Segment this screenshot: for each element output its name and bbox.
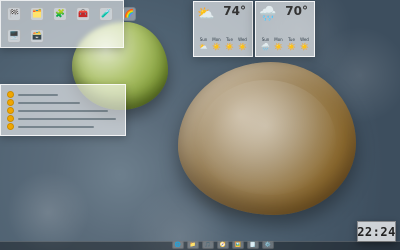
forecast-day: Wed ☀️ xyxy=(299,38,310,51)
feed-bullet-icon xyxy=(7,99,14,106)
feed-item-1[interactable] xyxy=(7,91,119,98)
feed-bullet-icon xyxy=(7,107,14,114)
forecast-day-label: Sun xyxy=(199,37,208,43)
dock-settings[interactable]: ⚙️ xyxy=(262,241,274,249)
forecast-day: Mon ☀️ xyxy=(273,38,284,51)
large-stone xyxy=(178,62,356,215)
shortcut-panel: 🏁 🗂️ 🧩 🧰 🧪 🌈 🖥️ 🗃️ xyxy=(0,0,136,48)
forecast-day-label: Wed xyxy=(238,37,247,43)
forecast-day: Tue ☀️ xyxy=(286,38,297,51)
forecast-icon: ☀️ xyxy=(212,42,221,51)
dock: 🌐 📁 🎵 🧭 🖼️ 🗒️ ⚙️ xyxy=(172,241,274,249)
forecast-day: Sun 🌧️ xyxy=(260,38,271,51)
forecast-icon: ⛅ xyxy=(199,42,208,51)
forecast-day-label: Tue xyxy=(288,37,295,43)
app-icon-6[interactable]: 🌈 xyxy=(122,7,136,21)
feed-line xyxy=(18,93,58,96)
dock-notes[interactable]: 🗒️ xyxy=(247,241,259,249)
dock-images[interactable]: 🖼️ xyxy=(232,241,244,249)
feed-bullet-icon xyxy=(7,91,14,98)
forecast-icon: ☀️ xyxy=(225,42,234,51)
forecast-day-label: Sun xyxy=(261,37,270,43)
app-icon-8[interactable]: 🗃️ xyxy=(30,29,44,43)
forecast-day-label: Tue xyxy=(226,37,233,43)
dock-navigator[interactable]: 🧭 xyxy=(217,241,229,249)
news-feed-widget xyxy=(0,84,126,136)
weather-widget-2[interactable]: 🌧️ 70° Sun 🌧️ Mon ☀️ Tue ☀️ Wed ☀️ xyxy=(255,1,315,57)
weather-now-icon: ⛅ xyxy=(197,6,215,22)
dock-browser[interactable]: 🌐 xyxy=(172,241,184,249)
forecast-icon: 🌧️ xyxy=(261,42,270,51)
forecast-day: Tue ☀️ xyxy=(224,38,235,51)
feed-line xyxy=(18,101,80,104)
feed-line xyxy=(18,125,94,128)
forecast-icon: ☀️ xyxy=(274,42,283,51)
feed-bullet-icon xyxy=(7,123,14,130)
forecast-day-label: Mon xyxy=(212,37,221,43)
feed-item-4[interactable] xyxy=(7,115,119,122)
app-icon-2[interactable]: 🗂️ xyxy=(30,7,44,21)
forecast-icon: ☀️ xyxy=(287,42,296,51)
feed-item-3[interactable] xyxy=(7,107,119,114)
app-icon-4[interactable]: 🧰 xyxy=(76,7,90,21)
weather-widget-1[interactable]: ⛅ 74° Sun ⛅ Mon ☀️ Tue ☀️ Wed ☀️ xyxy=(193,1,253,57)
app-icon-5[interactable]: 🧪 xyxy=(99,7,113,21)
forecast-day: Sun ⛅ xyxy=(198,38,209,51)
clock-time: 22:24 xyxy=(357,224,396,239)
feed-line xyxy=(18,109,108,112)
weather-forecast: Sun 🌧️ Mon ☀️ Tue ☀️ Wed ☀️ xyxy=(260,38,310,51)
app-icon-7[interactable]: 🖥️ xyxy=(7,29,21,43)
shortcut-grid: 🏁 🗂️ 🧩 🧰 🧪 🌈 🖥️ 🗃️ xyxy=(7,7,138,45)
weather-forecast: Sun ⛅ Mon ☀️ Tue ☀️ Wed ☀️ xyxy=(198,38,248,51)
app-icon-1[interactable]: 🏁 xyxy=(7,7,21,21)
forecast-day-label: Wed xyxy=(300,37,309,43)
feed-line xyxy=(18,117,116,120)
feed-bullet-icon xyxy=(7,115,14,122)
forecast-icon: ☀️ xyxy=(300,42,309,51)
forecast-day-label: Mon xyxy=(274,37,283,43)
taskbar: 🌐 📁 🎵 🧭 🖼️ 🗒️ ⚙️ xyxy=(0,241,400,250)
weather-temp: 74° xyxy=(223,4,246,18)
dock-media[interactable]: 🎵 xyxy=(202,241,214,249)
feed-item-2[interactable] xyxy=(7,99,119,106)
weather-temp: 70° xyxy=(285,4,308,18)
weather-now-icon: 🌧️ xyxy=(259,6,277,22)
forecast-day: Wed ☀️ xyxy=(237,38,248,51)
clock-widget[interactable]: 22:24 xyxy=(357,221,396,242)
forecast-icon: ☀️ xyxy=(238,42,247,51)
feed-item-5[interactable] xyxy=(7,123,119,130)
app-icon-3[interactable]: 🧩 xyxy=(53,7,67,21)
forecast-day: Mon ☀️ xyxy=(211,38,222,51)
dock-files[interactable]: 📁 xyxy=(187,241,199,249)
